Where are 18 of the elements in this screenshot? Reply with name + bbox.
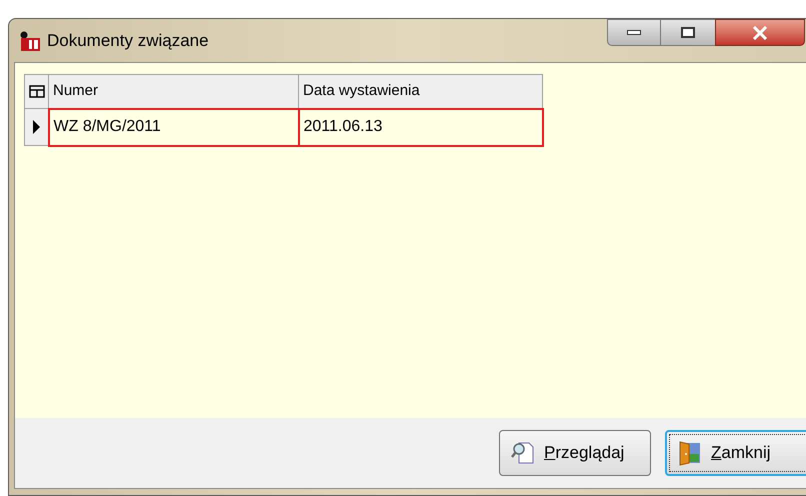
row-indicator[interactable]	[24, 108, 48, 146]
column-header[interactable]: Data wystawienia	[298, 74, 542, 108]
close-button[interactable]	[715, 19, 805, 46]
minimize-icon	[627, 30, 641, 35]
document-magnifier-icon	[510, 440, 536, 466]
table-cell: 2011.06.13	[298, 108, 542, 146]
maximize-icon	[681, 27, 695, 38]
door-icon	[677, 440, 703, 466]
preview-button[interactable]: Przeglądaj	[499, 430, 651, 476]
close-dialog-button[interactable]: Zamknij	[665, 430, 806, 476]
close-icon	[752, 26, 768, 40]
app-logo-icon	[19, 30, 41, 52]
column-header[interactable]: Numer	[48, 74, 298, 108]
grid-menu-icon[interactable]	[28, 84, 44, 98]
table-cell: WZ 8/MG/2011	[48, 108, 298, 146]
minimize-button[interactable]	[607, 19, 661, 46]
maximize-button[interactable]	[661, 19, 715, 46]
window-title: Dokumenty związane	[47, 30, 209, 52]
